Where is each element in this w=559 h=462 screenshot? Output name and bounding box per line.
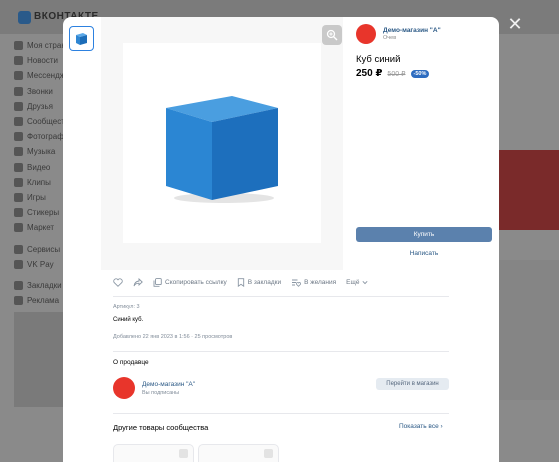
sidebar-item-label: Звонки [27, 86, 53, 96]
like-button[interactable] [113, 277, 123, 287]
price-row: 250 ₽ 500 ₽ -50% [356, 68, 430, 79]
product-card[interactable] [113, 444, 194, 462]
sidebar-item-icon [14, 101, 23, 111]
background-ad [14, 312, 64, 407]
chevron-right-icon: › [440, 423, 443, 430]
background-banner [499, 150, 559, 230]
other-products-title: Другие товары сообщества [113, 423, 209, 432]
discount-badge: -50% [410, 69, 430, 78]
sidebar-item-icon [14, 223, 23, 233]
sidebar-item-label: Друзья [27, 101, 53, 111]
sidebar-item-icon [14, 244, 23, 254]
added-date: Добавлено 22 янв 2023 в 1:56 · 25 просмо… [113, 334, 233, 340]
write-seller-link[interactable]: Написать [356, 250, 492, 257]
favorite-icon[interactable] [179, 449, 188, 458]
bookmark-label: В закладки [247, 278, 282, 286]
sidebar-item-icon [14, 192, 23, 202]
seller-block-name[interactable]: Демо-магазин "А" [142, 381, 195, 388]
sidebar-item-label: Закладки [27, 280, 62, 290]
more-label: Ещё [346, 278, 360, 286]
sidebar-item-label: Видео [27, 162, 51, 172]
sidebar-item-icon [14, 162, 23, 172]
sidebar-item-label: Маркет [27, 223, 55, 233]
sidebar-item-icon [14, 296, 23, 306]
sidebar-item-icon [14, 71, 23, 81]
wishlist-button[interactable]: В желания [291, 278, 336, 287]
sidebar-item-label: Сервисы [27, 244, 61, 254]
product-thumbnail[interactable] [69, 26, 94, 51]
sidebar-item-icon [14, 132, 23, 142]
more-button[interactable]: Ещё [346, 279, 368, 286]
price: 250 ₽ [356, 68, 383, 79]
show-all-link[interactable]: Показать все › [399, 423, 443, 430]
heart-icon [113, 277, 123, 287]
sidebar-item-label: Реклама [27, 296, 60, 306]
old-price: 500 ₽ [387, 70, 406, 78]
blue-cube-image [166, 96, 278, 203]
sidebar-item-icon [14, 41, 23, 51]
subscription-status: Вы подписаны [142, 389, 180, 396]
product-description: Синий куб. [113, 317, 144, 323]
seller-avatar-large[interactable] [113, 377, 135, 399]
bookmark-icon [237, 277, 244, 287]
zoom-icon [326, 29, 338, 41]
product-modal: Демо-магазин "А" Очев Куб синий 250 ₽ 50… [63, 17, 499, 462]
sidebar-item-label: Игры [27, 192, 46, 202]
sidebar-item-icon [14, 177, 23, 187]
divider [113, 296, 449, 297]
copy-icon [153, 277, 162, 287]
divider [113, 351, 449, 352]
article-number: Артикул: 3 [113, 304, 140, 310]
product-preview-image [134, 457, 174, 462]
copy-link-label: Скопировать ссылку [165, 278, 227, 286]
copy-link-button[interactable]: Скопировать ссылку [153, 277, 227, 287]
share-icon [133, 277, 143, 286]
seller-status: Очев [383, 35, 397, 41]
chevron-down-icon [362, 280, 368, 284]
show-all-label: Показать все [399, 423, 439, 430]
sidebar-item-label: Клипы [27, 177, 51, 187]
sidebar-item-label: VK Pay [27, 259, 54, 269]
sidebar-item-icon [14, 86, 23, 96]
sidebar-item-icon [14, 117, 23, 127]
sidebar-item-icon [14, 56, 23, 66]
sidebar-item-icon [14, 280, 23, 290]
product-image [123, 43, 321, 243]
sidebar-item-label: Музыка [27, 147, 56, 157]
sidebar-item-icon [14, 147, 23, 157]
buy-button[interactable]: Купить [356, 227, 492, 242]
seller-avatar[interactable] [356, 24, 376, 44]
go-to-store-button[interactable]: Перейти в магазин [376, 378, 449, 390]
divider [113, 413, 449, 414]
wishlist-icon [292, 279, 302, 287]
wishlist-label: В желания [304, 278, 337, 286]
sidebar-item-label: Новости [27, 56, 58, 66]
bookmark-button[interactable]: В закладки [237, 277, 282, 287]
sidebar-item-icon [14, 259, 23, 269]
action-bar: Скопировать ссылку В закладки В желания … [113, 274, 449, 290]
close-icon[interactable]: ✕ [506, 15, 524, 33]
seller-header[interactable]: Демо-магазин "А" Очев [356, 24, 441, 44]
about-seller-label: О продавце [113, 359, 149, 366]
zoom-button[interactable] [322, 25, 342, 45]
product-image-area[interactable] [101, 17, 343, 270]
product-card[interactable] [198, 444, 279, 462]
background-card [499, 260, 559, 400]
sidebar-item-label: Стикеры [27, 208, 60, 218]
favorite-icon[interactable] [264, 449, 273, 458]
vk-logo-icon [18, 11, 31, 24]
share-button[interactable] [133, 277, 143, 287]
cube-thumbnail-icon [76, 33, 87, 45]
seller-block[interactable]: Демо-магазин "А" Вы подписаны [113, 377, 195, 399]
product-title: Куб синий [356, 54, 401, 65]
seller-name[interactable]: Демо-магазин "А" [383, 27, 441, 34]
sidebar-item-icon [14, 208, 23, 218]
